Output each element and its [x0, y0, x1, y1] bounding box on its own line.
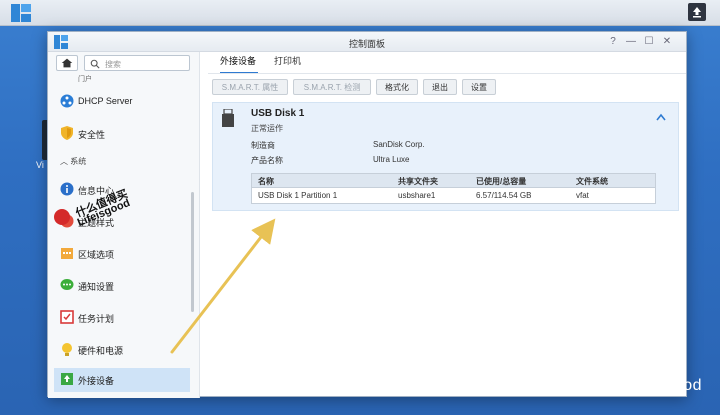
desktop-shortcut-label: Vi	[36, 160, 44, 170]
search-input[interactable]: 搜索	[84, 55, 190, 71]
search-icon	[90, 59, 100, 69]
chevron-up-icon[interactable]	[656, 113, 666, 121]
stamp-logo-icon	[54, 209, 70, 225]
notification-icon	[60, 279, 74, 290]
section-system[interactable]: ︿ 系统	[60, 156, 86, 167]
sidebar-item-hardware-power[interactable]: 硬件和电源	[54, 338, 190, 362]
product-label: 产品名称	[251, 156, 283, 165]
table-cell[interactable]: 6.57/114.54 GB	[476, 191, 531, 200]
column-header[interactable]: 文件系统	[576, 176, 608, 187]
sidebar-item-label: 外接设备	[78, 376, 115, 386]
partition-table: 名称 共享文件夹 已使用/总容量 文件系统 USB Disk 1 Partiti…	[251, 173, 656, 204]
tabs-divider	[208, 73, 686, 74]
minimize-button[interactable]: —	[624, 35, 638, 49]
window-title: 控制面板	[348, 39, 385, 49]
format-button[interactable]: 格式化	[376, 79, 418, 95]
search-placeholder: 搜索	[105, 60, 121, 69]
home-button[interactable]	[56, 55, 78, 71]
table-cell[interactable]: USB Disk 1 Partition 1	[258, 191, 337, 200]
sidebar-cut-item: 门户	[78, 76, 92, 83]
manufacturer-value: SanDisk Corp.	[373, 140, 425, 149]
sidebar-item-dhcp[interactable]: DHCP Server	[54, 90, 190, 114]
product-value: Ultra Luxe	[373, 155, 410, 164]
external-device-icon	[61, 373, 73, 385]
calendar-icon	[61, 248, 73, 259]
shield-icon	[61, 126, 73, 140]
column-header[interactable]: 共享文件夹	[398, 176, 438, 187]
tab-printer[interactable]: 打印机	[274, 52, 308, 74]
table-cell[interactable]: vfat	[576, 191, 589, 200]
info-icon	[60, 182, 74, 196]
help-button[interactable]: ?	[606, 35, 620, 49]
sidebar-item-label: 任务计划	[78, 314, 115, 324]
window-titlebar[interactable]: 控制面板 ? — ☐ ✕	[48, 32, 686, 52]
sidebar-item-label: 安全性	[78, 130, 106, 140]
usb-drive-icon	[222, 109, 234, 127]
column-header[interactable]: 名称	[258, 176, 274, 187]
dhcp-icon	[60, 94, 74, 108]
sidebar-item-label: 硬件和电源	[78, 346, 124, 356]
table-cell[interactable]: usbshare1	[398, 191, 435, 200]
bulb-icon	[62, 343, 72, 356]
disk-name: USB Disk 1	[251, 108, 305, 119]
sidebar-item-task-scheduler[interactable]: 任务计划	[54, 306, 190, 330]
disk-status: 正常运作	[251, 124, 283, 133]
upload-icon[interactable]	[688, 3, 706, 21]
watermark-text: 知乎 @Lifeisgood	[569, 377, 702, 394]
usb-disk-panel[interactable]: USB Disk 1 正常运作 制造商 SanDisk Corp. 产品名称 U…	[212, 102, 679, 211]
smart-attributes-button[interactable]: S.M.A.R.T. 属性	[212, 79, 288, 95]
tab-external-devices[interactable]: 外接设备	[220, 52, 258, 74]
chevron-up-icon: ︿	[60, 157, 68, 166]
sidebar-item-notification[interactable]: 通知设置	[54, 274, 190, 298]
close-button[interactable]: ✕	[660, 35, 674, 49]
sidebar-item-region[interactable]: 区域选项	[54, 242, 190, 266]
sidebar-item-label: 通知设置	[78, 282, 115, 292]
desktop-taskbar	[0, 0, 720, 26]
sidebar-item-security[interactable]: 安全性	[54, 122, 190, 146]
main-menu-icon[interactable]	[10, 3, 32, 23]
column-header[interactable]: 已使用/总容量	[476, 176, 526, 187]
settings-button[interactable]: 设置	[462, 79, 496, 95]
smart-test-button[interactable]: S.M.A.R.T. 检测	[293, 79, 371, 95]
section-label: 系统	[70, 157, 87, 166]
sidebar-item-external-devices[interactable]: 外接设备	[54, 368, 190, 392]
manufacturer-label: 制造商	[251, 141, 275, 150]
sidebar-item-label: 区域选项	[78, 250, 115, 260]
task-icon	[60, 310, 74, 324]
home-icon	[61, 58, 73, 68]
watermark-stamp: 什么值得买 Lifeisgood	[54, 188, 144, 235]
sidebar-item-label: DHCP Server	[78, 96, 133, 106]
eject-button[interactable]: 退出	[423, 79, 457, 95]
maximize-button[interactable]: ☐	[642, 35, 656, 49]
sidebar-scrollbar[interactable]	[191, 192, 194, 312]
